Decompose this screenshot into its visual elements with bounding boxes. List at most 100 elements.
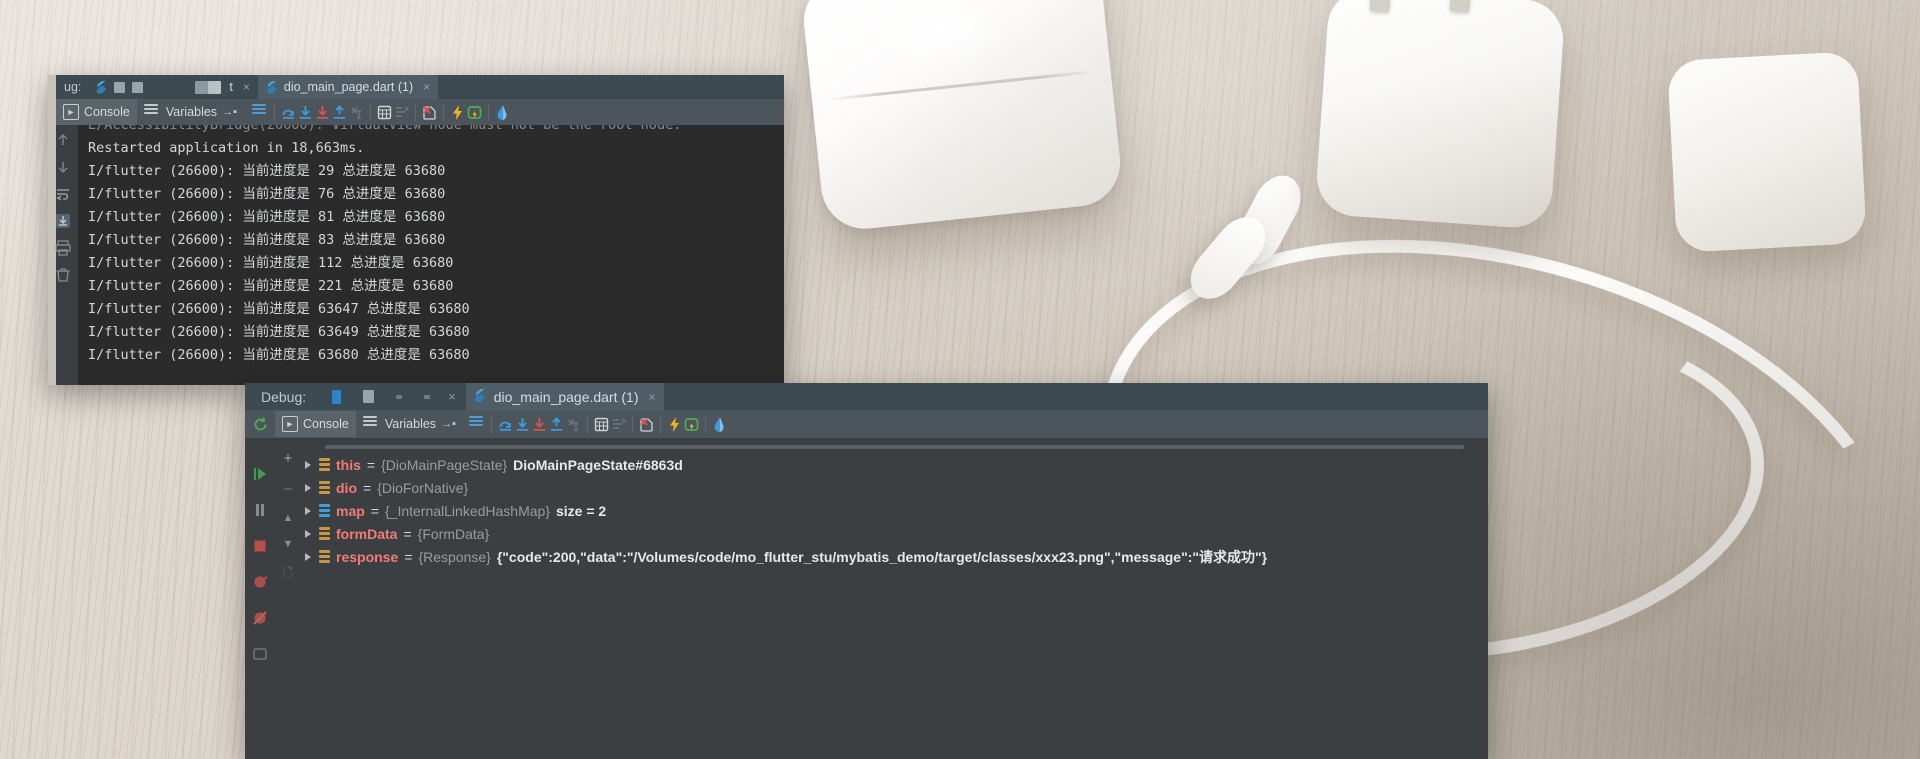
- copy-icon[interactable]: 🗋: [283, 564, 293, 585]
- toolbar-separator: [490, 415, 492, 433]
- step-out-icon[interactable]: [548, 416, 565, 433]
- console-line: Restarted application in 18,663ms.: [88, 140, 365, 156]
- close-icon[interactable]: ×: [448, 389, 466, 404]
- step-over-icon[interactable]: [497, 416, 514, 433]
- flutter-icon: [266, 80, 278, 94]
- hot-restart-icon[interactable]: [466, 104, 483, 121]
- pause-program-icon[interactable]: [251, 501, 269, 519]
- step-into-icon[interactable]: [514, 416, 531, 433]
- flutter-inspector-icon[interactable]: [494, 104, 511, 121]
- equals-sign: =: [403, 525, 412, 542]
- view-breakpoints-icon[interactable]: [251, 573, 269, 591]
- equals-sign: =: [363, 479, 372, 496]
- debug-variables-window: Debug: × dio_main_page.dart (1) × ► Cons…: [245, 383, 1488, 759]
- step-over-icon[interactable]: [280, 104, 297, 121]
- console-line: I/flutter (26600): 当前进度是 63649 总进度是 6368…: [88, 324, 470, 340]
- toolbar-separator: [659, 415, 661, 433]
- variable-value: size = 2: [556, 502, 607, 519]
- variable-value: {"code":200,"data":"/Volumes/code/mo_flu…: [496, 548, 1268, 565]
- tab-thumb-d: [208, 80, 222, 94]
- scroll-up-icon[interactable]: [54, 131, 72, 149]
- flutter-icon: [95, 80, 107, 94]
- mute-breakpoints-icon[interactable]: [421, 104, 438, 121]
- variable-type: {Response}: [418, 548, 491, 565]
- variable-name: map: [336, 502, 365, 519]
- soft-wrap-icon[interactable]: [468, 415, 486, 433]
- debug-toolbar: ► Console Variables →▪: [245, 410, 1488, 438]
- force-step-into-icon[interactable]: [314, 104, 331, 121]
- step-into-icon[interactable]: [297, 104, 314, 121]
- hot-restart-icon[interactable]: [683, 416, 700, 433]
- tab-truncated[interactable]: t ×: [221, 75, 258, 99]
- console-tab-button[interactable]: ► Console: [275, 411, 356, 437]
- chevron-right-icon[interactable]: [305, 460, 311, 469]
- flutter-inspector-icon[interactable]: [711, 416, 728, 433]
- rerun-icon[interactable]: [245, 416, 275, 433]
- add-watch-icon[interactable]: +: [284, 450, 293, 467]
- toolbar-separator: [704, 415, 706, 433]
- variable-name: dio: [336, 479, 357, 496]
- chevron-right-icon[interactable]: [305, 506, 311, 515]
- drop-frame-icon: [565, 416, 582, 433]
- close-icon[interactable]: ×: [649, 390, 656, 404]
- chevron-right-icon[interactable]: [305, 552, 311, 561]
- variable-type: {FormData}: [417, 525, 490, 542]
- lightning-icon[interactable]: [449, 104, 466, 121]
- equals-sign: =: [404, 548, 413, 565]
- tab-thumb-a: [332, 389, 342, 404]
- object-field-icon: [319, 458, 330, 471]
- stop-icon[interactable]: [251, 537, 269, 555]
- console-line: I/flutter (26600): 当前进度是 81 总进度是 63680: [88, 209, 446, 225]
- console-line: E/AccessibilityBridge(26600): VirtualVie…: [88, 125, 682, 133]
- variables-tab-button[interactable]: Variables →▪: [356, 411, 463, 437]
- variables-list[interactable]: this = {DioMainPageState} DioMainPageSta…: [301, 438, 1488, 759]
- scroll-down-icon[interactable]: [54, 158, 72, 176]
- variable-row-this[interactable]: this = {DioMainPageState} DioMainPageSta…: [301, 453, 1488, 476]
- variable-row-dio[interactable]: dio = {DioForNative}: [301, 476, 1488, 499]
- variable-row-map[interactable]: map = {_InternalLinkedHashMap} size = 2: [301, 499, 1488, 522]
- evaluate-expression-icon[interactable]: [593, 416, 610, 433]
- variable-row-response[interactable]: response = {Response} {"code":200,"data"…: [301, 545, 1488, 568]
- variable-name: this: [336, 456, 361, 473]
- chevron-right-icon[interactable]: [305, 483, 311, 492]
- map-field-icon: [319, 504, 330, 517]
- watches-icon: [393, 104, 410, 121]
- lightning-icon[interactable]: [666, 416, 683, 433]
- variable-row-formdata[interactable]: formData = {FormData}: [301, 522, 1488, 545]
- console-tab-label: Console: [84, 105, 130, 119]
- print-icon[interactable]: [54, 239, 72, 257]
- console-line: I/flutter (26600): 当前进度是 112 总进度是 63680: [88, 255, 454, 271]
- close-icon[interactable]: ×: [243, 80, 250, 94]
- toolbar-separator: [487, 103, 489, 121]
- mute-breakpoints-icon[interactable]: [638, 416, 655, 433]
- scroll-to-end-icon[interactable]: [54, 212, 72, 230]
- mute-breakpoints-icon[interactable]: [251, 609, 269, 627]
- force-step-into-icon[interactable]: [531, 416, 548, 433]
- tab-thumb-b: [363, 390, 375, 403]
- variables-tab-button[interactable]: Variables →▪: [137, 99, 244, 125]
- debug-console-window: ug: t × dio_main_page.dart (1) × ► Conso…: [48, 75, 784, 385]
- soft-wrap-icon[interactable]: [251, 103, 269, 121]
- trash-icon[interactable]: [54, 266, 72, 284]
- evaluate-expression-icon[interactable]: [376, 104, 393, 121]
- object-field-icon: [319, 527, 330, 540]
- close-icon[interactable]: ×: [423, 80, 430, 94]
- variables-scrollbar[interactable]: [324, 445, 1465, 449]
- tab-dio-main-page[interactable]: dio_main_page.dart (1) ×: [465, 383, 664, 410]
- console-tab-button[interactable]: ► Console: [56, 99, 137, 125]
- tab-dio-main-page[interactable]: dio_main_page.dart (1) ×: [257, 75, 439, 99]
- move-down-icon[interactable]: ▼: [283, 538, 294, 550]
- toolbar-separator: [414, 103, 416, 121]
- arrow-right-icon: →▪: [441, 418, 456, 430]
- tab-label: dio_main_page.dart (1): [283, 80, 414, 94]
- resume-program-icon[interactable]: [251, 465, 269, 483]
- console-line: I/flutter (26600): 当前进度是 83 总进度是 63680: [88, 232, 446, 248]
- variables-panel: + − ▲ ▼ 🗋 this = {DioMainPageState} DioM…: [275, 438, 1488, 759]
- move-up-icon[interactable]: ▲: [283, 512, 294, 524]
- step-out-icon[interactable]: [331, 104, 348, 121]
- soft-wrap-icon[interactable]: [54, 185, 72, 203]
- settings-icon[interactable]: [251, 645, 269, 663]
- remove-watch-icon[interactable]: −: [284, 481, 293, 498]
- console-output[interactable]: E/AccessibilityBridge(26600): VirtualVie…: [78, 125, 784, 385]
- chevron-right-icon[interactable]: [305, 529, 311, 538]
